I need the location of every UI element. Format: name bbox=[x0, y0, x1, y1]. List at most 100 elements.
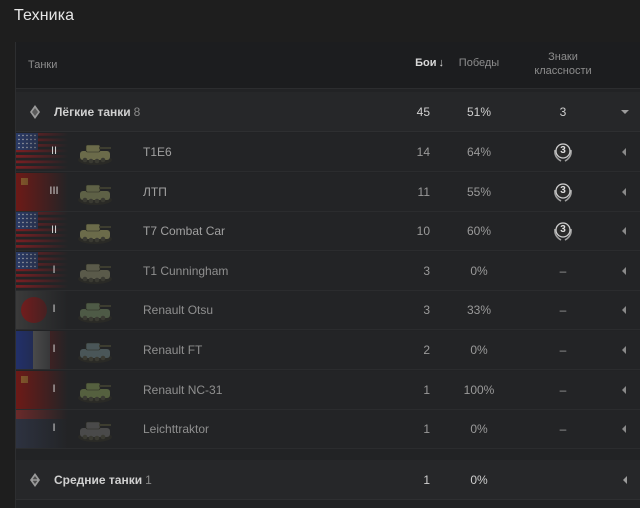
tank-name: Leichttraktor bbox=[143, 422, 210, 437]
class-mark-value: – bbox=[559, 263, 567, 278]
tank-row[interactable]: I T1 Cunningham 3 0% – bbox=[16, 251, 640, 291]
expand-arrow-icon[interactable] bbox=[620, 475, 630, 485]
tank-row[interactable]: II T7 Combat Car 10 60% 3 bbox=[16, 212, 640, 252]
group-label: Лёгкие танки 8 bbox=[54, 105, 140, 119]
tank-battles: 10 bbox=[416, 224, 430, 239]
column-header-class-marks[interactable]: Знаки классности bbox=[530, 50, 596, 78]
group-class-marks: 3 bbox=[559, 105, 567, 119]
tank-wins: 64% bbox=[466, 145, 492, 159]
tank-row[interactable]: II T1E6 14 64% 3 bbox=[16, 133, 640, 172]
group-label: Средние танки 1 bbox=[54, 473, 152, 487]
collapse-arrow-icon[interactable] bbox=[620, 107, 630, 117]
battles-header-label: Бои bbox=[415, 57, 437, 69]
tank-battles: 11 bbox=[417, 184, 430, 199]
row-expand-arrow-icon[interactable] bbox=[621, 425, 627, 434]
row-expand-arrow-icon[interactable] bbox=[621, 187, 627, 196]
usa-flag-icon bbox=[16, 212, 68, 251]
class-mark-value: 3 bbox=[560, 224, 566, 236]
column-header-wins[interactable]: Победы bbox=[453, 57, 505, 69]
class-header-line1: Знаки bbox=[548, 51, 578, 63]
light-tank-icon bbox=[74, 254, 116, 288]
tank-row[interactable]: III ЛТП 11 55% 3 bbox=[16, 172, 640, 212]
light-tank-icon bbox=[74, 214, 116, 248]
tank-tier: I bbox=[52, 263, 56, 276]
class-header-line2: классности bbox=[534, 65, 592, 77]
row-expand-arrow-icon[interactable] bbox=[621, 306, 627, 315]
class-mark-badge-icon: 3 bbox=[551, 180, 575, 204]
light-tank-class-icon bbox=[30, 105, 40, 119]
tank-tier: I bbox=[52, 382, 56, 395]
group-title: Средние танки bbox=[54, 473, 143, 487]
ussr-flag-icon bbox=[16, 370, 68, 409]
group-count: 8 bbox=[133, 105, 141, 119]
tank-wins: 33% bbox=[466, 303, 492, 318]
group-wins: 0% bbox=[470, 473, 488, 487]
tank-battles: 2 bbox=[423, 343, 430, 357]
tank-battles: 1 bbox=[423, 422, 430, 437]
tank-wins: 0% bbox=[470, 263, 488, 278]
tank-tier: III bbox=[49, 184, 59, 197]
tank-name: T1E6 bbox=[143, 145, 172, 159]
tank-wins: 100% bbox=[463, 382, 495, 397]
row-expand-arrow-icon[interactable] bbox=[621, 266, 627, 275]
tank-tier: II bbox=[50, 224, 58, 237]
light-tank-icon bbox=[74, 333, 116, 367]
tank-battles: 3 bbox=[423, 303, 430, 318]
column-header-tanks[interactable]: Танки bbox=[28, 59, 57, 71]
tank-name: T1 Cunningham bbox=[143, 263, 229, 278]
vehicles-table: Танки Бои ↓ Победы Знаки классности Лёгкие… bbox=[15, 42, 640, 508]
row-expand-arrow-icon[interactable] bbox=[621, 385, 627, 394]
class-mark-value: 3 bbox=[560, 184, 566, 196]
class-mark-badge-icon: 3 bbox=[551, 219, 575, 243]
table-header: Танки Бои ↓ Победы Знаки классности bbox=[16, 42, 640, 89]
light-tank-icon bbox=[74, 293, 116, 327]
light-tank-icon bbox=[74, 135, 116, 169]
ussr-flag-icon bbox=[16, 172, 68, 211]
usa-flag-icon bbox=[16, 251, 68, 290]
light-tank-icon bbox=[74, 412, 116, 446]
light-tank-icon bbox=[74, 373, 116, 407]
group-battles: 45 bbox=[416, 105, 430, 119]
tank-wins: 60% bbox=[466, 224, 492, 239]
class-mark-value: – bbox=[559, 303, 567, 318]
group-row-medium-tanks[interactable]: Средние танки 1 1 0% bbox=[16, 460, 640, 500]
sort-desc-icon: ↓ bbox=[438, 57, 445, 69]
tank-row[interactable]: I Renault Otsu 3 33% – bbox=[16, 291, 640, 331]
tank-row[interactable]: I Renault FT 2 0% – bbox=[16, 331, 640, 370]
tank-battles: 14 bbox=[416, 145, 430, 159]
light-tank-icon bbox=[74, 175, 116, 209]
france-flag-icon bbox=[16, 331, 68, 369]
group-count: 1 bbox=[145, 473, 152, 487]
tank-row[interactable]: I Renault NC-31 1 100% – bbox=[16, 370, 640, 410]
tank-tier: I bbox=[52, 422, 56, 435]
tank-battles: 3 bbox=[423, 263, 430, 278]
class-mark-badge-icon: 3 bbox=[551, 140, 575, 164]
group-wins: 51% bbox=[466, 105, 492, 119]
tank-name: Renault NC-31 bbox=[143, 382, 223, 397]
tank-name: Renault Otsu bbox=[143, 303, 214, 318]
row-expand-arrow-icon[interactable] bbox=[621, 148, 627, 156]
tank-row[interactable]: I Leichttraktor 1 0% – bbox=[16, 410, 640, 450]
tank-name: Renault FT bbox=[143, 343, 203, 357]
tank-name: ЛТП bbox=[143, 184, 167, 199]
germany-flag-icon bbox=[16, 410, 68, 449]
tank-wins: 0% bbox=[470, 422, 488, 437]
row-expand-arrow-icon[interactable] bbox=[621, 227, 627, 236]
page-title: Техника bbox=[14, 7, 75, 24]
row-expand-arrow-icon[interactable] bbox=[621, 346, 627, 354]
group-title: Лёгкие танки bbox=[54, 105, 131, 119]
tank-tier: II bbox=[50, 145, 58, 157]
medium-tank-class-icon bbox=[30, 473, 40, 487]
class-mark-value: – bbox=[559, 343, 567, 357]
class-mark-value: – bbox=[559, 382, 567, 397]
tank-wins: 0% bbox=[470, 343, 488, 357]
column-header-battles[interactable]: Бои ↓ bbox=[404, 57, 444, 69]
tank-name: T7 Combat Car bbox=[143, 224, 226, 239]
group-row-light-tanks[interactable]: Лёгкие танки 8 45 51% 3 bbox=[16, 92, 640, 132]
group-battles: 1 bbox=[423, 473, 430, 487]
tank-tier: I bbox=[52, 343, 56, 355]
tank-wins: 55% bbox=[466, 184, 492, 199]
tank-battles: 1 bbox=[423, 382, 430, 397]
class-mark-value: – bbox=[559, 422, 567, 437]
tank-tier: I bbox=[52, 303, 56, 316]
